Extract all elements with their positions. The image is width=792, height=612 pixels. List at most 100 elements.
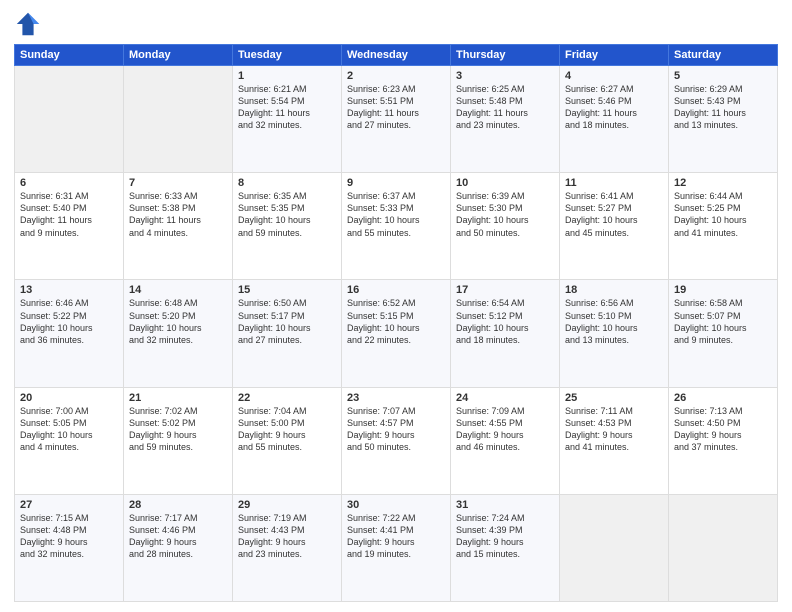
- day-number: 3: [456, 70, 554, 82]
- day-number: 27: [20, 499, 118, 511]
- day-number: 19: [674, 284, 772, 296]
- day-number: 5: [674, 70, 772, 82]
- day-number: 21: [129, 392, 227, 404]
- day-info: Sunrise: 7:17 AM Sunset: 4:46 PM Dayligh…: [129, 512, 227, 561]
- calendar-cell: [124, 66, 233, 173]
- day-info: Sunrise: 6:27 AM Sunset: 5:46 PM Dayligh…: [565, 83, 663, 132]
- day-info: Sunrise: 6:52 AM Sunset: 5:15 PM Dayligh…: [347, 297, 445, 346]
- day-number: 28: [129, 499, 227, 511]
- calendar-cell: 12Sunrise: 6:44 AM Sunset: 5:25 PM Dayli…: [669, 173, 778, 280]
- weekday-header: Sunday: [15, 45, 124, 66]
- day-number: 23: [347, 392, 445, 404]
- day-number: 9: [347, 177, 445, 189]
- weekday-header: Saturday: [669, 45, 778, 66]
- day-info: Sunrise: 6:33 AM Sunset: 5:38 PM Dayligh…: [129, 190, 227, 239]
- day-info: Sunrise: 6:21 AM Sunset: 5:54 PM Dayligh…: [238, 83, 336, 132]
- day-info: Sunrise: 6:31 AM Sunset: 5:40 PM Dayligh…: [20, 190, 118, 239]
- calendar-week-row: 1Sunrise: 6:21 AM Sunset: 5:54 PM Daylig…: [15, 66, 778, 173]
- weekday-header: Tuesday: [233, 45, 342, 66]
- calendar-cell: 13Sunrise: 6:46 AM Sunset: 5:22 PM Dayli…: [15, 280, 124, 387]
- day-info: Sunrise: 7:09 AM Sunset: 4:55 PM Dayligh…: [456, 405, 554, 454]
- calendar-cell: 4Sunrise: 6:27 AM Sunset: 5:46 PM Daylig…: [560, 66, 669, 173]
- calendar-cell: 7Sunrise: 6:33 AM Sunset: 5:38 PM Daylig…: [124, 173, 233, 280]
- calendar-cell: [15, 66, 124, 173]
- weekday-header: Wednesday: [342, 45, 451, 66]
- day-info: Sunrise: 7:07 AM Sunset: 4:57 PM Dayligh…: [347, 405, 445, 454]
- calendar-cell: [560, 494, 669, 601]
- calendar-week-row: 6Sunrise: 6:31 AM Sunset: 5:40 PM Daylig…: [15, 173, 778, 280]
- day-info: Sunrise: 7:02 AM Sunset: 5:02 PM Dayligh…: [129, 405, 227, 454]
- day-number: 25: [565, 392, 663, 404]
- day-number: 7: [129, 177, 227, 189]
- calendar-cell: 11Sunrise: 6:41 AM Sunset: 5:27 PM Dayli…: [560, 173, 669, 280]
- calendar-cell: [669, 494, 778, 601]
- calendar-cell: 1Sunrise: 6:21 AM Sunset: 5:54 PM Daylig…: [233, 66, 342, 173]
- day-info: Sunrise: 6:48 AM Sunset: 5:20 PM Dayligh…: [129, 297, 227, 346]
- calendar-cell: 17Sunrise: 6:54 AM Sunset: 5:12 PM Dayli…: [451, 280, 560, 387]
- calendar-header-row: SundayMondayTuesdayWednesdayThursdayFrid…: [15, 45, 778, 66]
- day-info: Sunrise: 6:29 AM Sunset: 5:43 PM Dayligh…: [674, 83, 772, 132]
- day-number: 11: [565, 177, 663, 189]
- day-info: Sunrise: 7:24 AM Sunset: 4:39 PM Dayligh…: [456, 512, 554, 561]
- day-info: Sunrise: 6:58 AM Sunset: 5:07 PM Dayligh…: [674, 297, 772, 346]
- calendar-cell: 6Sunrise: 6:31 AM Sunset: 5:40 PM Daylig…: [15, 173, 124, 280]
- calendar-cell: 28Sunrise: 7:17 AM Sunset: 4:46 PM Dayli…: [124, 494, 233, 601]
- day-number: 18: [565, 284, 663, 296]
- day-info: Sunrise: 7:04 AM Sunset: 5:00 PM Dayligh…: [238, 405, 336, 454]
- day-info: Sunrise: 6:23 AM Sunset: 5:51 PM Dayligh…: [347, 83, 445, 132]
- day-number: 14: [129, 284, 227, 296]
- page-header: [14, 10, 778, 38]
- day-number: 16: [347, 284, 445, 296]
- day-number: 29: [238, 499, 336, 511]
- calendar-cell: 31Sunrise: 7:24 AM Sunset: 4:39 PM Dayli…: [451, 494, 560, 601]
- calendar-cell: 20Sunrise: 7:00 AM Sunset: 5:05 PM Dayli…: [15, 387, 124, 494]
- calendar-cell: 26Sunrise: 7:13 AM Sunset: 4:50 PM Dayli…: [669, 387, 778, 494]
- calendar-week-row: 20Sunrise: 7:00 AM Sunset: 5:05 PM Dayli…: [15, 387, 778, 494]
- calendar-cell: 9Sunrise: 6:37 AM Sunset: 5:33 PM Daylig…: [342, 173, 451, 280]
- day-number: 10: [456, 177, 554, 189]
- calendar-cell: 18Sunrise: 6:56 AM Sunset: 5:10 PM Dayli…: [560, 280, 669, 387]
- calendar-cell: 24Sunrise: 7:09 AM Sunset: 4:55 PM Dayli…: [451, 387, 560, 494]
- day-info: Sunrise: 6:46 AM Sunset: 5:22 PM Dayligh…: [20, 297, 118, 346]
- day-info: Sunrise: 6:37 AM Sunset: 5:33 PM Dayligh…: [347, 190, 445, 239]
- calendar-cell: 3Sunrise: 6:25 AM Sunset: 5:48 PM Daylig…: [451, 66, 560, 173]
- day-info: Sunrise: 6:56 AM Sunset: 5:10 PM Dayligh…: [565, 297, 663, 346]
- day-number: 2: [347, 70, 445, 82]
- day-info: Sunrise: 6:50 AM Sunset: 5:17 PM Dayligh…: [238, 297, 336, 346]
- day-number: 15: [238, 284, 336, 296]
- day-number: 22: [238, 392, 336, 404]
- calendar-cell: 14Sunrise: 6:48 AM Sunset: 5:20 PM Dayli…: [124, 280, 233, 387]
- calendar-cell: 10Sunrise: 6:39 AM Sunset: 5:30 PM Dayli…: [451, 173, 560, 280]
- day-info: Sunrise: 7:15 AM Sunset: 4:48 PM Dayligh…: [20, 512, 118, 561]
- calendar-cell: 23Sunrise: 7:07 AM Sunset: 4:57 PM Dayli…: [342, 387, 451, 494]
- day-info: Sunrise: 6:35 AM Sunset: 5:35 PM Dayligh…: [238, 190, 336, 239]
- weekday-header: Friday: [560, 45, 669, 66]
- day-info: Sunrise: 7:22 AM Sunset: 4:41 PM Dayligh…: [347, 512, 445, 561]
- calendar-cell: 5Sunrise: 6:29 AM Sunset: 5:43 PM Daylig…: [669, 66, 778, 173]
- calendar-cell: 22Sunrise: 7:04 AM Sunset: 5:00 PM Dayli…: [233, 387, 342, 494]
- calendar-cell: 29Sunrise: 7:19 AM Sunset: 4:43 PM Dayli…: [233, 494, 342, 601]
- day-info: Sunrise: 6:25 AM Sunset: 5:48 PM Dayligh…: [456, 83, 554, 132]
- day-info: Sunrise: 6:39 AM Sunset: 5:30 PM Dayligh…: [456, 190, 554, 239]
- calendar-cell: 2Sunrise: 6:23 AM Sunset: 5:51 PM Daylig…: [342, 66, 451, 173]
- calendar-cell: 19Sunrise: 6:58 AM Sunset: 5:07 PM Dayli…: [669, 280, 778, 387]
- calendar-cell: 30Sunrise: 7:22 AM Sunset: 4:41 PM Dayli…: [342, 494, 451, 601]
- day-info: Sunrise: 7:19 AM Sunset: 4:43 PM Dayligh…: [238, 512, 336, 561]
- day-number: 20: [20, 392, 118, 404]
- day-number: 13: [20, 284, 118, 296]
- day-number: 4: [565, 70, 663, 82]
- day-info: Sunrise: 7:13 AM Sunset: 4:50 PM Dayligh…: [674, 405, 772, 454]
- logo-icon: [14, 10, 42, 38]
- day-number: 31: [456, 499, 554, 511]
- weekday-header: Monday: [124, 45, 233, 66]
- logo: [14, 10, 45, 38]
- day-number: 24: [456, 392, 554, 404]
- calendar-cell: 21Sunrise: 7:02 AM Sunset: 5:02 PM Dayli…: [124, 387, 233, 494]
- day-number: 17: [456, 284, 554, 296]
- calendar-week-row: 13Sunrise: 6:46 AM Sunset: 5:22 PM Dayli…: [15, 280, 778, 387]
- day-number: 12: [674, 177, 772, 189]
- calendar-cell: 8Sunrise: 6:35 AM Sunset: 5:35 PM Daylig…: [233, 173, 342, 280]
- calendar-cell: 25Sunrise: 7:11 AM Sunset: 4:53 PM Dayli…: [560, 387, 669, 494]
- day-info: Sunrise: 7:11 AM Sunset: 4:53 PM Dayligh…: [565, 405, 663, 454]
- day-info: Sunrise: 6:54 AM Sunset: 5:12 PM Dayligh…: [456, 297, 554, 346]
